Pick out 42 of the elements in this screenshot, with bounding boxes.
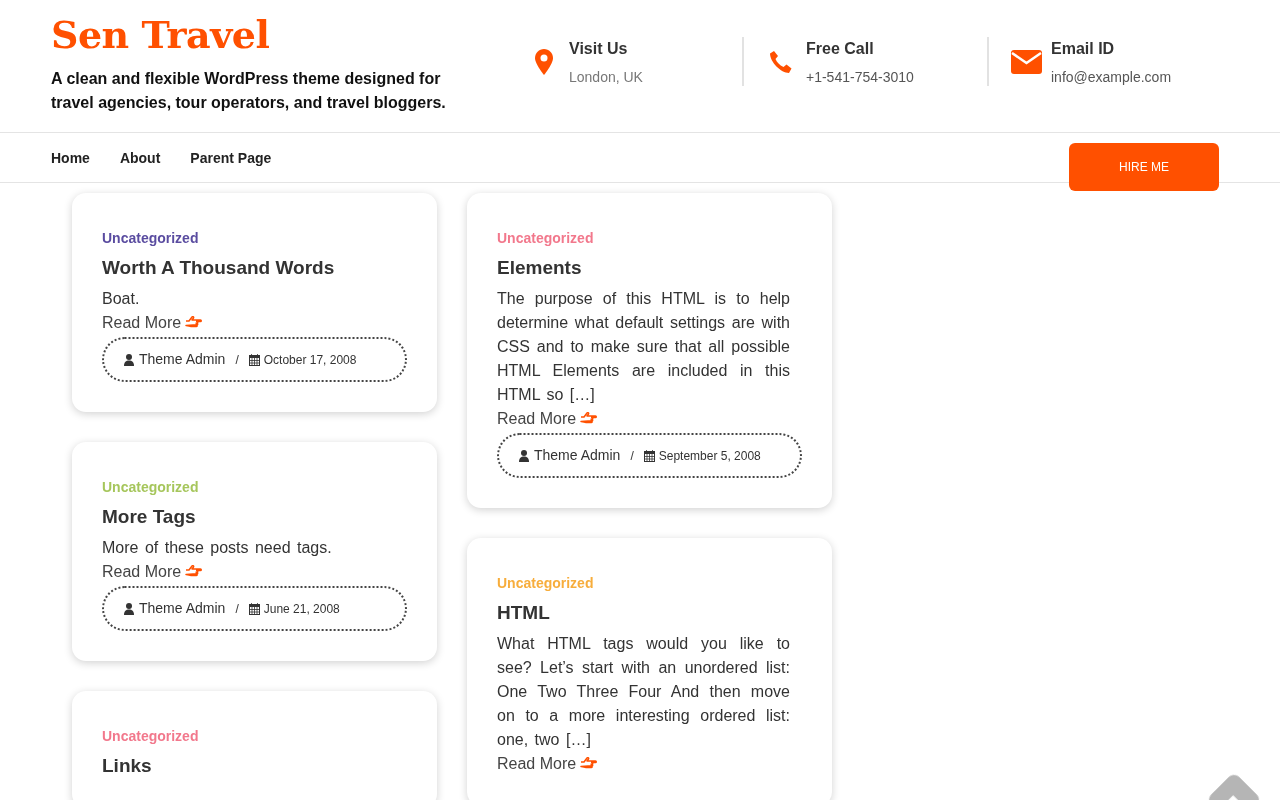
calendar-icon [248,353,260,366]
author-name[interactable]: Theme Admin [534,445,621,466]
envelope-icon [1010,49,1042,74]
read-more-link[interactable]: Read More [497,752,598,776]
user-icon [124,602,134,615]
contact-value: info@example.com [1051,68,1172,87]
user-icon [124,353,134,366]
read-more-link[interactable]: Read More [102,311,203,335]
contact-value: London, UK [569,68,643,87]
author-name[interactable]: Theme Admin [139,349,226,370]
calendar-icon [248,602,260,615]
post-title[interactable]: Elements [497,256,802,280]
nav-link[interactable]: Parent Page [190,133,272,183]
user-icon [519,449,529,462]
calendar-icon [643,449,655,462]
post-date: October 17, 2008 [263,351,357,369]
site-tagline: A clean and flexible WordPress theme designed for travel agencies, tour operators, and travel bloggers. [51,69,447,113]
post-title[interactable]: More Tags [102,505,407,529]
category-link[interactable]: Uncategorized [102,230,199,246]
post-date: June 21, 2008 [263,600,340,618]
read-more-link[interactable]: Read More [497,407,598,431]
post-date: September 5, 2008 [658,447,761,465]
post-title[interactable]: Worth A Thousand Words [102,256,407,280]
post-excerpt: The purpose of this HTML is to help determine what default settings are with CSS and to make sure that all possible HTML Elements are included in this HTML so […] [497,289,791,405]
author-name[interactable]: Theme Admin [139,598,226,619]
post-title[interactable]: HTML [497,601,802,625]
contact-value: +1-541-754-3010 [806,68,914,87]
nav-link[interactable]: Home [51,133,90,183]
contact-label: Email ID [1051,39,1116,59]
contact-label: Free Call [806,39,875,59]
separator-slash: / [235,351,239,369]
post-excerpt: What HTML tags would you like to see? Let’s start with an unordered list: One Two Three Four And then move on to a more interesting ordered list: one, two […] [497,634,791,750]
map-pin-icon [535,48,553,75]
contact-label: Visit Us [569,39,629,59]
separator-slash: / [630,447,634,465]
post-title[interactable]: Links [102,754,407,778]
separator-slash: / [235,600,239,618]
phone-icon [769,49,793,74]
post-excerpt: More of these posts need tags. [102,538,333,558]
post-excerpt: Boat. [102,289,141,309]
nav-link[interactable]: About [119,133,161,183]
read-more-link[interactable]: Read More [102,560,203,584]
